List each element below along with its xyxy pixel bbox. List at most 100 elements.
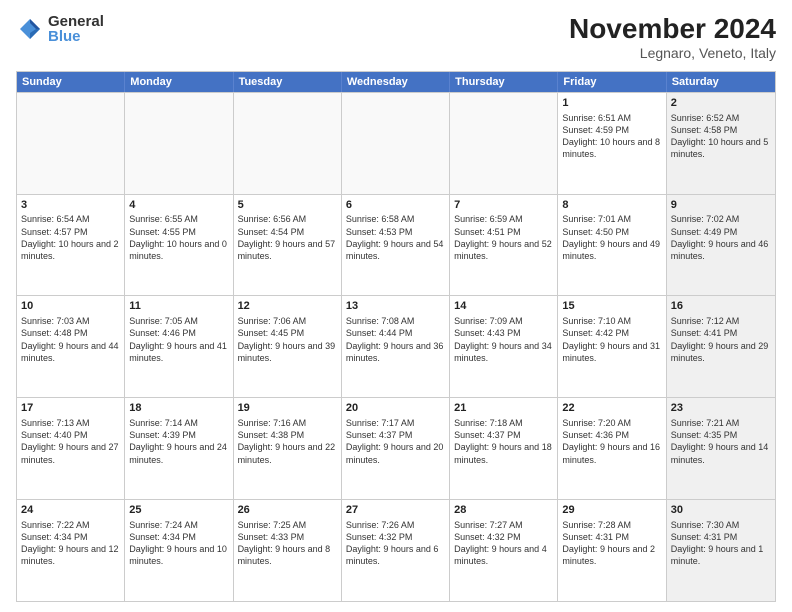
day-info: Sunrise: 7:06 AM — [238, 315, 337, 327]
day-number: 15 — [562, 299, 661, 314]
calendar-cell: 9Sunrise: 7:02 AMSunset: 4:49 PMDaylight… — [667, 195, 775, 296]
day-info: Sunset: 4:55 PM — [129, 226, 228, 238]
day-info: Daylight: 9 hours and 34 minutes. — [454, 340, 553, 364]
day-info: Sunrise: 6:51 AM — [562, 112, 661, 124]
day-info: Daylight: 9 hours and 6 minutes. — [346, 543, 445, 567]
day-info: Sunrise: 7:10 AM — [562, 315, 661, 327]
day-info: Sunset: 4:39 PM — [129, 429, 228, 441]
day-info: Sunrise: 7:25 AM — [238, 519, 337, 531]
day-number: 25 — [129, 503, 228, 518]
day-info: Sunset: 4:54 PM — [238, 226, 337, 238]
day-number: 23 — [671, 401, 771, 416]
day-info: Sunrise: 7:17 AM — [346, 417, 445, 429]
calendar-cell: 19Sunrise: 7:16 AMSunset: 4:38 PMDayligh… — [234, 398, 342, 499]
calendar-cell — [450, 93, 558, 194]
calendar-cell: 20Sunrise: 7:17 AMSunset: 4:37 PMDayligh… — [342, 398, 450, 499]
day-info: Sunset: 4:44 PM — [346, 327, 445, 339]
day-info: Sunrise: 7:01 AM — [562, 213, 661, 225]
calendar-cell: 22Sunrise: 7:20 AMSunset: 4:36 PMDayligh… — [558, 398, 666, 499]
calendar-cell: 16Sunrise: 7:12 AMSunset: 4:41 PMDayligh… — [667, 296, 775, 397]
calendar-cell: 12Sunrise: 7:06 AMSunset: 4:45 PMDayligh… — [234, 296, 342, 397]
day-info: Sunset: 4:32 PM — [454, 531, 553, 543]
day-number: 24 — [21, 503, 120, 518]
day-info: Daylight: 9 hours and 31 minutes. — [562, 340, 661, 364]
day-number: 28 — [454, 503, 553, 518]
day-info: Sunrise: 6:56 AM — [238, 213, 337, 225]
day-info: Daylight: 9 hours and 29 minutes. — [671, 340, 771, 364]
calendar-row-4: 24Sunrise: 7:22 AMSunset: 4:34 PMDayligh… — [17, 499, 775, 601]
title-block: November 2024 Legnaro, Veneto, Italy — [569, 14, 776, 61]
day-info: Sunrise: 7:18 AM — [454, 417, 553, 429]
calendar-cell: 28Sunrise: 7:27 AMSunset: 4:32 PMDayligh… — [450, 500, 558, 601]
calendar-cell: 18Sunrise: 7:14 AMSunset: 4:39 PMDayligh… — [125, 398, 233, 499]
day-info: Sunrise: 7:12 AM — [671, 315, 771, 327]
day-info: Sunrise: 7:02 AM — [671, 213, 771, 225]
day-info: Sunset: 4:34 PM — [21, 531, 120, 543]
calendar-cell: 24Sunrise: 7:22 AMSunset: 4:34 PMDayligh… — [17, 500, 125, 601]
day-info: Sunrise: 7:03 AM — [21, 315, 120, 327]
day-info: Sunrise: 7:26 AM — [346, 519, 445, 531]
calendar-body: 1Sunrise: 6:51 AMSunset: 4:59 PMDaylight… — [17, 92, 775, 601]
day-info: Daylight: 9 hours and 36 minutes. — [346, 340, 445, 364]
day-number: 30 — [671, 503, 771, 518]
page: General Blue November 2024 Legnaro, Vene… — [0, 0, 792, 612]
day-number: 6 — [346, 198, 445, 213]
calendar-header: SundayMondayTuesdayWednesdayThursdayFrid… — [17, 72, 775, 92]
day-info: Sunrise: 7:21 AM — [671, 417, 771, 429]
day-info: Sunset: 4:49 PM — [671, 226, 771, 238]
calendar-row-3: 17Sunrise: 7:13 AMSunset: 4:40 PMDayligh… — [17, 397, 775, 499]
calendar-cell: 27Sunrise: 7:26 AMSunset: 4:32 PMDayligh… — [342, 500, 450, 601]
day-info: Sunrise: 6:52 AM — [671, 112, 771, 124]
day-info: Daylight: 9 hours and 14 minutes. — [671, 441, 771, 465]
calendar-cell: 17Sunrise: 7:13 AMSunset: 4:40 PMDayligh… — [17, 398, 125, 499]
day-info: Daylight: 9 hours and 16 minutes. — [562, 441, 661, 465]
day-info: Sunset: 4:53 PM — [346, 226, 445, 238]
day-info: Daylight: 9 hours and 49 minutes. — [562, 238, 661, 262]
calendar-cell: 25Sunrise: 7:24 AMSunset: 4:34 PMDayligh… — [125, 500, 233, 601]
day-info: Sunset: 4:48 PM — [21, 327, 120, 339]
day-number: 11 — [129, 299, 228, 314]
day-info: Sunrise: 7:13 AM — [21, 417, 120, 429]
day-info: Sunset: 4:38 PM — [238, 429, 337, 441]
day-info: Daylight: 9 hours and 52 minutes. — [454, 238, 553, 262]
day-info: Sunrise: 7:27 AM — [454, 519, 553, 531]
logo-icon — [16, 15, 44, 43]
calendar-cell: 6Sunrise: 6:58 AMSunset: 4:53 PMDaylight… — [342, 195, 450, 296]
day-info: Daylight: 10 hours and 8 minutes. — [562, 136, 661, 160]
day-number: 16 — [671, 299, 771, 314]
day-number: 10 — [21, 299, 120, 314]
day-header-wednesday: Wednesday — [342, 72, 450, 92]
calendar-cell: 4Sunrise: 6:55 AMSunset: 4:55 PMDaylight… — [125, 195, 233, 296]
location: Legnaro, Veneto, Italy — [569, 45, 776, 61]
day-number: 2 — [671, 96, 771, 111]
day-info: Sunrise: 7:24 AM — [129, 519, 228, 531]
day-info: Daylight: 9 hours and 12 minutes. — [21, 543, 120, 567]
day-info: Sunset: 4:32 PM — [346, 531, 445, 543]
day-info: Sunset: 4:36 PM — [562, 429, 661, 441]
day-info: Sunset: 4:35 PM — [671, 429, 771, 441]
day-info: Sunset: 4:37 PM — [454, 429, 553, 441]
day-info: Daylight: 9 hours and 46 minutes. — [671, 238, 771, 262]
day-number: 17 — [21, 401, 120, 416]
calendar-cell: 8Sunrise: 7:01 AMSunset: 4:50 PMDaylight… — [558, 195, 666, 296]
day-info: Sunrise: 7:14 AM — [129, 417, 228, 429]
day-info: Daylight: 10 hours and 5 minutes. — [671, 136, 771, 160]
day-info: Daylight: 9 hours and 44 minutes. — [21, 340, 120, 364]
day-info: Sunset: 4:43 PM — [454, 327, 553, 339]
day-info: Sunset: 4:46 PM — [129, 327, 228, 339]
day-info: Sunset: 4:31 PM — [671, 531, 771, 543]
day-header-monday: Monday — [125, 72, 233, 92]
day-info: Sunset: 4:45 PM — [238, 327, 337, 339]
day-header-friday: Friday — [558, 72, 666, 92]
day-number: 3 — [21, 198, 120, 213]
day-info: Daylight: 9 hours and 27 minutes. — [21, 441, 120, 465]
calendar-cell — [234, 93, 342, 194]
calendar-cell: 29Sunrise: 7:28 AMSunset: 4:31 PMDayligh… — [558, 500, 666, 601]
day-info: Sunset: 4:57 PM — [21, 226, 120, 238]
day-number: 7 — [454, 198, 553, 213]
day-number: 14 — [454, 299, 553, 314]
day-info: Sunset: 4:59 PM — [562, 124, 661, 136]
calendar-cell: 1Sunrise: 6:51 AMSunset: 4:59 PMDaylight… — [558, 93, 666, 194]
day-number: 13 — [346, 299, 445, 314]
day-header-tuesday: Tuesday — [234, 72, 342, 92]
